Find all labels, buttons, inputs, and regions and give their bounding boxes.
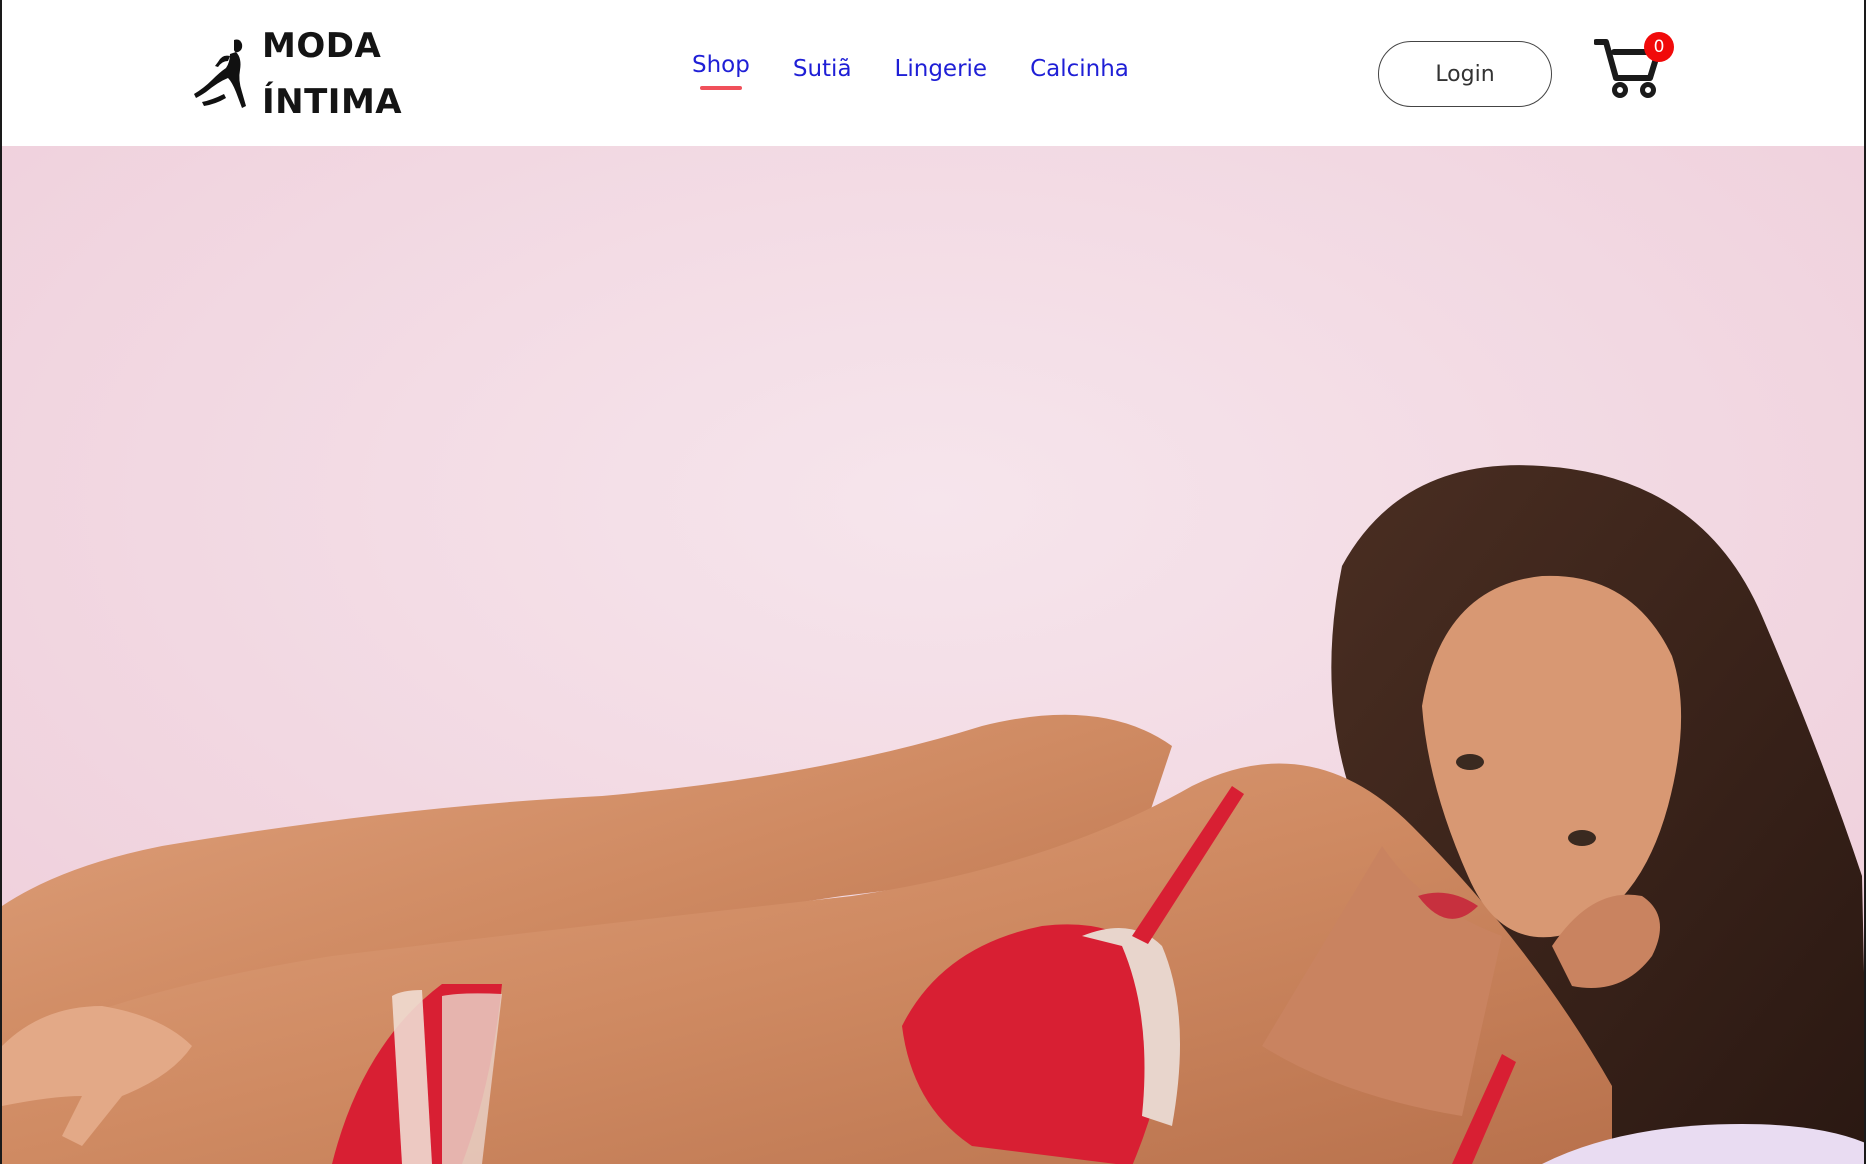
cart-count-badge: 0 — [1644, 32, 1674, 62]
woman-silhouette-icon — [194, 39, 246, 108]
brand-line-1: MODA — [262, 26, 382, 66]
brand-logo[interactable]: MODA ÍNTIMA — [194, 18, 402, 130]
lingerie-model-hero-photo — [2, 146, 1864, 1164]
main-nav: Shop Sutiã Lingerie Calcinha — [692, 50, 1172, 90]
brand-text: MODA ÍNTIMA — [262, 18, 402, 130]
page: MODA ÍNTIMA Shop Sutiã Lingerie Calcinha… — [0, 0, 1866, 1164]
nav-link-shop[interactable]: Shop — [692, 50, 750, 90]
nav-link-label: Lingerie — [894, 56, 988, 82]
active-nav-indicator — [700, 86, 742, 90]
login-button[interactable]: Login — [1378, 41, 1552, 107]
nav-link-label: Shop — [692, 52, 750, 78]
hero-banner — [2, 146, 1864, 1164]
nav-link-sutia[interactable]: Sutiã — [793, 50, 852, 82]
site-header: MODA ÍNTIMA Shop Sutiã Lingerie Calcinha… — [2, 0, 1864, 146]
nav-link-calcinha[interactable]: Calcinha — [1030, 50, 1129, 82]
brand-line-2: ÍNTIMA — [262, 82, 403, 122]
nav-link-label: Calcinha — [1030, 56, 1129, 82]
nav-link-label: Sutiã — [792, 56, 852, 82]
nav-link-lingerie[interactable]: Lingerie — [895, 50, 988, 82]
